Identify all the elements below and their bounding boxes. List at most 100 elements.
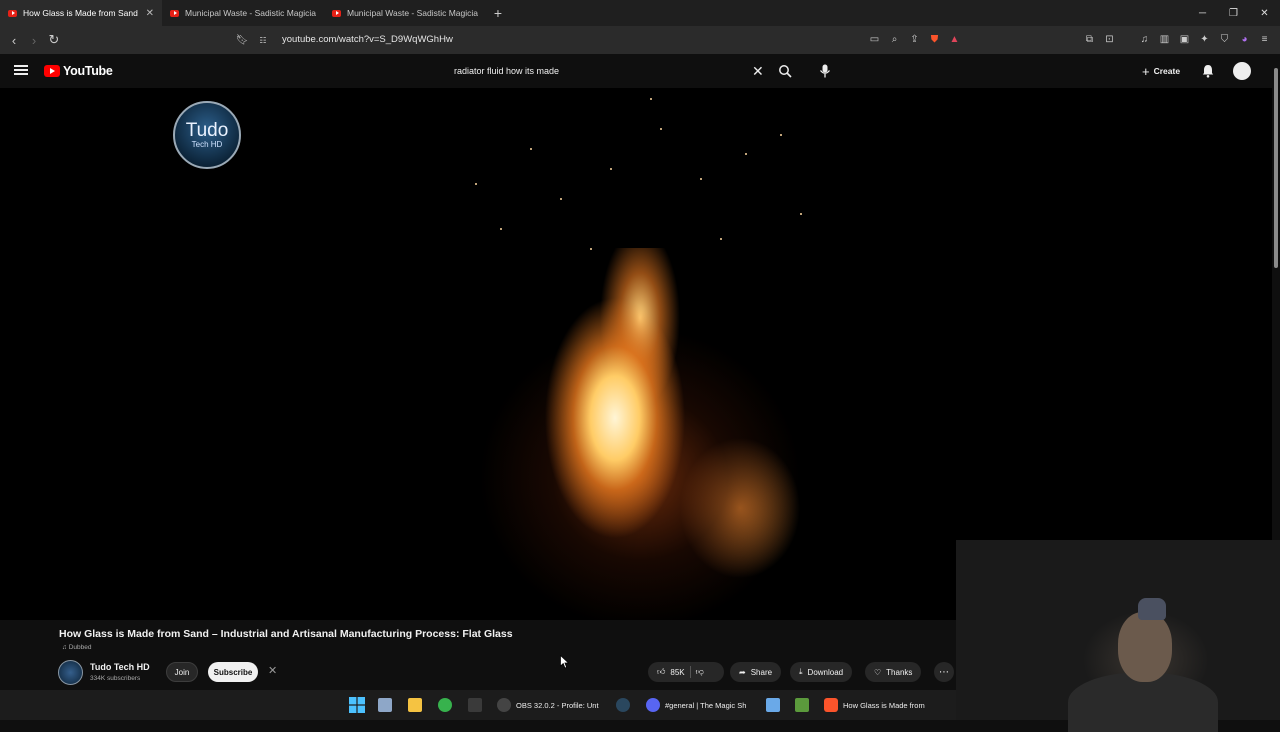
subscriber-count: 334K subscribers: [90, 675, 141, 682]
tab-title: Municipal Waste - Sadistic Magician: [185, 8, 316, 18]
channel-name[interactable]: Tudo Tech HD: [90, 662, 150, 672]
download-button[interactable]: ⤓ Download: [790, 662, 853, 682]
notepad-button[interactable]: [766, 696, 780, 714]
search-icon: [779, 65, 792, 78]
ember: [475, 183, 477, 185]
sidebar-icon[interactable]: ▥: [1157, 31, 1172, 47]
notifications-button[interactable]: [1199, 62, 1217, 80]
youtube-favicon-icon: [332, 9, 341, 17]
subscribe-button[interactable]: Subscribe: [208, 662, 258, 682]
minecraft-icon: [795, 698, 809, 712]
share-page-icon[interactable]: ⇪: [907, 31, 922, 47]
ember: [530, 148, 532, 150]
youtube-logo[interactable]: YouTube: [44, 64, 113, 78]
browser-taskbar-button[interactable]: How Glass is Made from: [824, 696, 925, 714]
new-tab-button[interactable]: +: [486, 5, 510, 21]
minecraft-button[interactable]: [795, 696, 809, 714]
dubbed-label: Dubbed: [68, 644, 92, 651]
clear-search-icon[interactable]: ✕: [752, 63, 772, 80]
ember: [800, 213, 802, 215]
snipping-icon: [378, 698, 392, 712]
join-button[interactable]: Join: [166, 662, 198, 682]
share-button[interactable]: ➦ Share: [730, 662, 782, 682]
vpn-icon[interactable]: ⛉: [1217, 31, 1232, 47]
channel-watermark[interactable]: Tudo Tech HD: [173, 101, 241, 169]
thanks-icon: ♡: [874, 667, 882, 677]
like-dislike-group: 👍︎ 85K 👎︎: [648, 662, 724, 682]
extensions-icon[interactable]: ⧉: [1082, 31, 1097, 47]
brave-shield-icon[interactable]: ⛊: [927, 31, 942, 47]
close-window-icon[interactable]: ✕: [1249, 0, 1280, 26]
rewards-icon[interactable]: ▲: [947, 31, 962, 47]
voice-search-button[interactable]: [815, 61, 835, 81]
browser-tab-bar: How Glass is Made from Sand ✕ Municipal …: [0, 0, 1280, 26]
browser-tab-2[interactable]: Municipal Waste - Sadistic Magician: [162, 0, 324, 26]
download-icon: ⤓: [799, 667, 803, 676]
file-explorer-button[interactable]: [408, 696, 422, 714]
channel-avatar[interactable]: [58, 660, 83, 685]
leo-icon[interactable]: ✦: [1197, 31, 1212, 47]
forward-icon[interactable]: ›: [24, 30, 44, 50]
screenshot-icon[interactable]: ⊡: [1102, 31, 1117, 47]
search-button[interactable]: [775, 61, 795, 81]
reload-icon[interactable]: ↻: [44, 30, 64, 50]
bell-icon: [1202, 65, 1214, 78]
dislike-button[interactable]: 👎︎: [696, 667, 704, 677]
steam-button[interactable]: [616, 696, 630, 714]
restore-icon[interactable]: ❐: [1218, 0, 1249, 26]
media-icon[interactable]: ♫: [1137, 31, 1152, 47]
zoom-icon[interactable]: ⌕: [887, 31, 902, 47]
like-count: 85K: [670, 667, 685, 677]
thanks-button[interactable]: ♡ Thanks: [865, 662, 922, 682]
wallet-icon[interactable]: ▣: [1177, 31, 1192, 47]
profile-icon[interactable]: ◕: [1237, 31, 1252, 47]
bookmark-icon[interactable]: 🔖︎: [232, 30, 252, 50]
dismiss-icon[interactable]: ✕: [268, 664, 277, 677]
microphone-icon: [819, 64, 831, 78]
more-actions-icon[interactable]: ⋯: [934, 662, 954, 682]
ember: [500, 228, 502, 230]
video-title: How Glass is Made from Sand – Industrial…: [59, 628, 513, 640]
app-button[interactable]: [468, 696, 482, 714]
scrollbar-thumb[interactable]: [1274, 68, 1278, 268]
back-icon[interactable]: ‹: [4, 30, 24, 50]
minimize-icon[interactable]: ─: [1187, 0, 1218, 26]
start-button[interactable]: [349, 696, 365, 714]
menu-icon[interactable]: ≡: [1257, 31, 1272, 47]
xbox-button[interactable]: [438, 696, 452, 714]
discord-taskbar-button[interactable]: #general | The Magic Sh: [646, 696, 746, 714]
guide-menu-icon[interactable]: [14, 65, 28, 75]
url-field[interactable]: youtube.com/watch?v=S_D9WqWGhHw: [282, 30, 453, 50]
youtube-header: YouTube radiator fluid how its made ✕ + …: [0, 54, 1280, 88]
page-scrollbar[interactable]: [1272, 54, 1280, 620]
youtube-logo-text: YouTube: [63, 64, 113, 78]
ember: [590, 248, 592, 250]
divider: [689, 666, 691, 678]
account-avatar[interactable]: [1233, 62, 1251, 80]
window-controls: ─ ❐ ✕: [1187, 0, 1280, 26]
mouse-cursor-icon: [560, 655, 570, 669]
search-input[interactable]: radiator fluid how its made: [446, 66, 752, 76]
webcam-overlay: [956, 540, 1280, 732]
thumbs-down-icon: 👎︎: [695, 667, 704, 676]
share-label: Share: [750, 667, 773, 677]
discord-label: #general | The Magic Sh: [665, 700, 747, 710]
like-button[interactable]: 👍︎ 85K: [657, 667, 685, 677]
ember: [610, 168, 612, 170]
ember: [650, 98, 652, 100]
search-box[interactable]: radiator fluid how its made ✕: [446, 56, 772, 86]
browser-tab-1[interactable]: How Glass is Made from Sand ✕: [0, 0, 162, 26]
create-button[interactable]: + Create: [1134, 61, 1188, 81]
close-tab-icon[interactable]: ✕: [146, 8, 154, 19]
watermark-subtext: Tech HD: [191, 140, 223, 149]
obs-taskbar-button[interactable]: OBS 32.0.2 - Profile: Unt: [497, 696, 599, 714]
xbox-icon: [438, 698, 452, 712]
snipping-tool-button[interactable]: [378, 696, 392, 714]
cast-icon[interactable]: ▭: [867, 31, 882, 47]
notepad-icon: [766, 698, 780, 712]
windows-icon: [349, 697, 365, 713]
browser-tab-3[interactable]: Municipal Waste - Sadistic Magician: [324, 0, 486, 26]
dubbed-badge: ♫ Dubbed: [62, 644, 92, 651]
site-info-icon[interactable]: ☷: [257, 30, 269, 50]
